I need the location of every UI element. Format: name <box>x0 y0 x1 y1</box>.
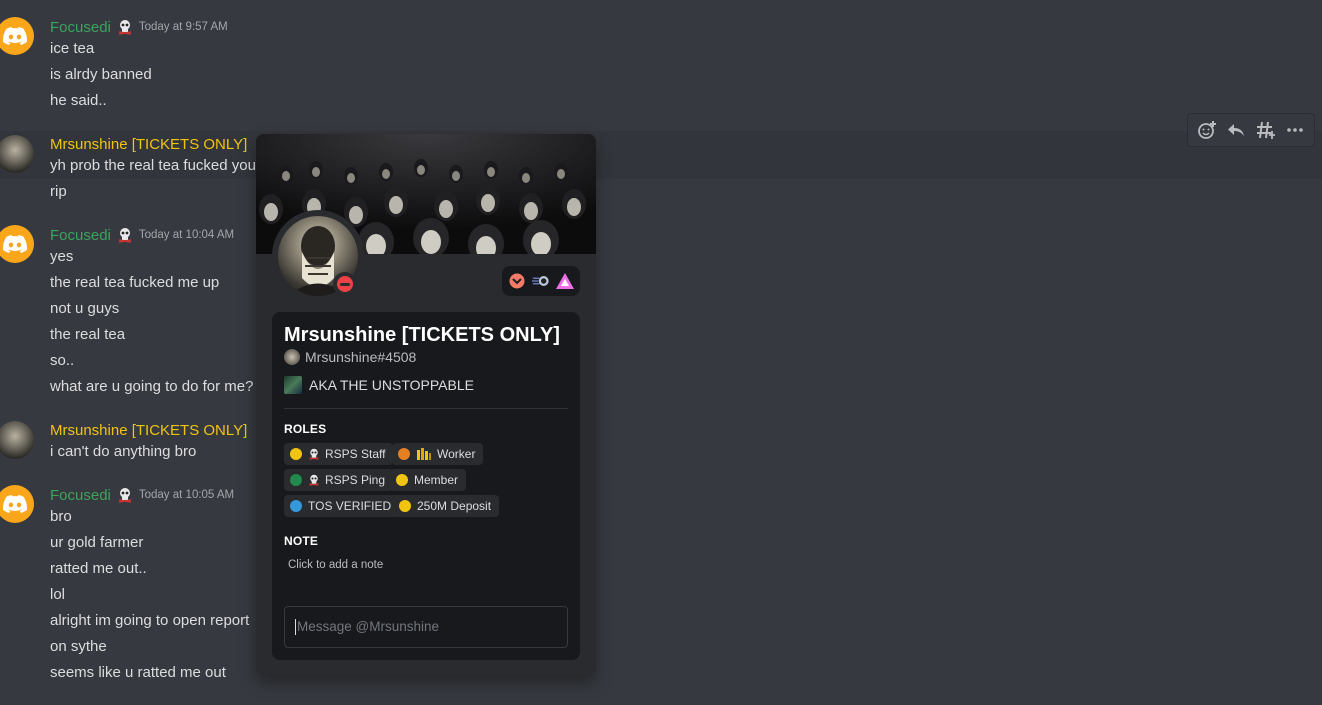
role-pill[interactable]: 250M Deposit <box>393 495 500 517</box>
add-reaction-button[interactable] <box>1195 118 1219 142</box>
avatar[interactable] <box>0 17 34 55</box>
profile-info-card: Mrsunshine [TICKETS ONLY] Mrsunshine#450… <box>272 312 580 660</box>
skull-icon <box>309 474 319 486</box>
message-text: ratted me out.. <box>50 560 147 577</box>
create-thread-icon <box>1256 121 1275 139</box>
hypesquad-badge[interactable] <box>532 272 550 290</box>
role-color-dot[interactable] <box>290 500 302 512</box>
gold-bars-icon <box>417 448 431 460</box>
message-text: ur gold farmer <box>50 534 144 551</box>
role-label: RSPS Staff <box>325 447 386 461</box>
user-profile-popout: Mrsunshine [TICKETS ONLY] Mrsunshine#450… <box>256 134 596 675</box>
role-pill[interactable]: Worker <box>392 443 484 465</box>
profile-tag-row: Mrsunshine#4508 <box>284 349 416 365</box>
role-label: TOS VERIFIED <box>308 499 392 513</box>
reply-icon <box>1228 124 1245 136</box>
message-text: is alrdy banned <box>50 66 152 83</box>
status-emoji-icon <box>284 376 302 394</box>
nitro-boost-icon <box>509 273 525 289</box>
message-text: lol <box>50 586 66 603</box>
divider <box>284 408 568 409</box>
role-pill[interactable]: Member <box>390 469 467 491</box>
message-text: what are u going to do for me? <box>50 378 254 395</box>
message-header: Focusedi Today at 9:57 AM <box>50 16 228 38</box>
chat-area: Focusedi Today at 9:57 AM ice tea is alr… <box>0 0 1322 705</box>
skull-role-icon <box>118 20 131 35</box>
avatar[interactable] <box>0 225 34 263</box>
message-text: on sythe <box>50 638 107 655</box>
discord-logo-icon <box>3 495 27 513</box>
timestamp: Today at 10:04 AM <box>138 229 235 241</box>
note-title: NOTE <box>284 534 319 548</box>
bravery-badge[interactable] <box>556 272 574 290</box>
username[interactable]: Mrsunshine [TICKETS ONLY] <box>50 422 247 439</box>
create-thread-button[interactable] <box>1254 118 1278 142</box>
nitro-boost-badge[interactable] <box>508 272 526 290</box>
tag-avatar <box>284 349 300 365</box>
skull-role-icon <box>118 488 131 503</box>
message-header: Focusedi Today at 10:05 AM <box>50 484 234 506</box>
avatar[interactable] <box>0 421 34 459</box>
discord-logo-icon <box>3 27 27 45</box>
role-color-dot[interactable] <box>396 474 408 486</box>
role-pill[interactable]: RSPS Staff <box>284 443 394 465</box>
more-button[interactable] <box>1283 118 1307 142</box>
message-text: i can't do anything bro <box>50 443 197 460</box>
message-text: not u guys <box>50 300 120 317</box>
more-icon <box>1287 128 1304 132</box>
skull-role-icon <box>118 228 131 243</box>
message-text: ice tea <box>50 40 95 57</box>
message-text: yes <box>50 248 74 265</box>
role-color-dot[interactable] <box>290 448 302 460</box>
direct-message-input[interactable]: Message @Mrsunshine <box>284 606 568 648</box>
role-color-dot[interactable] <box>290 474 302 486</box>
message-header: Focusedi Today at 10:04 AM <box>50 224 234 246</box>
role-color-dot[interactable] <box>398 448 410 460</box>
timestamp: Today at 10:05 AM <box>138 489 235 501</box>
message-text: yh prob the real tea fucked you <box>50 157 256 174</box>
message-header: Mrsunshine [TICKETS ONLY] <box>50 419 247 441</box>
role-label: 250M Deposit <box>417 499 492 513</box>
message-header: Mrsunshine [TICKETS ONLY] <box>50 133 247 155</box>
timestamp: Today at 9:57 AM <box>138 21 228 33</box>
role-label: RSPS Ping <box>325 473 386 487</box>
message-text: he said.. <box>50 92 107 109</box>
message-text: rip <box>50 183 67 200</box>
message-text: the real tea <box>50 326 126 343</box>
custom-status: AKA THE UNSTOPPABLE <box>284 376 474 394</box>
profile-tag: Mrsunshine#4508 <box>305 349 417 365</box>
role-pill[interactable]: TOS VERIFIED <box>284 495 400 517</box>
do-not-disturb-icon <box>337 276 353 292</box>
role-color-dot[interactable] <box>399 500 411 512</box>
username[interactable]: Focusedi <box>50 487 111 504</box>
message-text: seems like u ratted me out <box>50 664 226 681</box>
note-input[interactable]: Click to add a note <box>288 559 383 571</box>
role-label: Member <box>414 473 459 487</box>
profile-badges <box>502 266 580 296</box>
hypesquad-icon <box>532 276 549 286</box>
skull-icon <box>309 448 319 460</box>
status-indicator <box>333 272 357 296</box>
triangle-badge-icon <box>556 273 574 289</box>
username[interactable]: Focusedi <box>50 227 111 244</box>
custom-status-text: AKA THE UNSTOPPABLE <box>309 377 474 393</box>
role-pill[interactable]: RSPS Ping <box>284 469 394 491</box>
message-text: the real tea fucked me up <box>50 274 220 291</box>
text-caret <box>295 619 296 636</box>
roles-title: ROLES <box>284 422 327 436</box>
message-text: bro <box>50 508 72 525</box>
message-placeholder: Message @Mrsunshine <box>297 619 440 634</box>
message-actions-toolbar <box>1187 113 1315 147</box>
username[interactable]: Mrsunshine [TICKETS ONLY] <box>50 136 247 153</box>
username[interactable]: Focusedi <box>50 19 111 36</box>
message-text: so.. <box>50 352 75 369</box>
add-reaction-icon <box>1197 121 1216 139</box>
message-text: alright im going to open report <box>50 612 250 629</box>
discord-logo-icon <box>3 235 27 253</box>
profile-display-name: Mrsunshine [TICKETS ONLY] <box>284 324 560 346</box>
role-label: Worker <box>437 447 476 461</box>
avatar[interactable] <box>0 485 34 523</box>
reply-button[interactable] <box>1224 118 1248 142</box>
